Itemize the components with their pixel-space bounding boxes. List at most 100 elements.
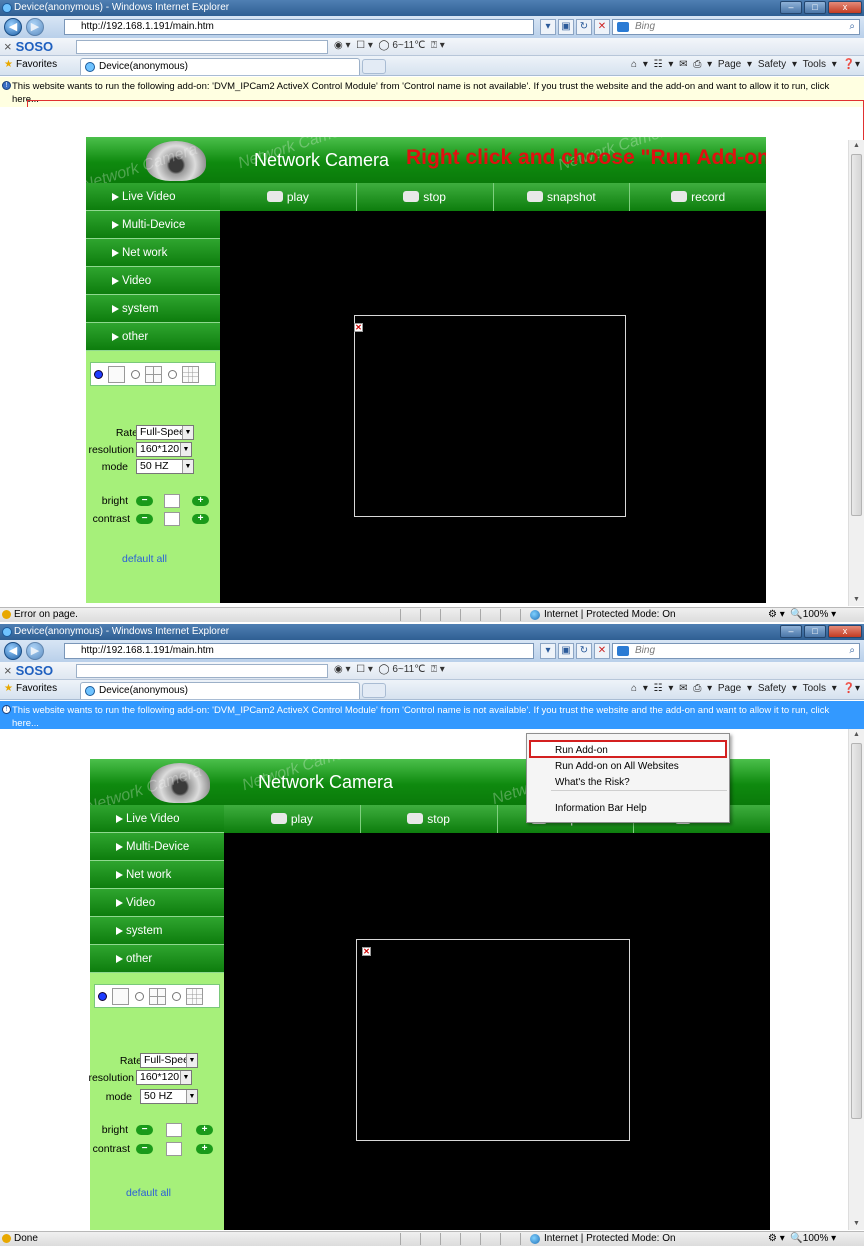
security-zone[interactable]: Internet | Protected Mode: On [530, 608, 676, 622]
menu-multi-device[interactable]: Multi-Device [90, 833, 224, 861]
menu-other[interactable]: other [90, 945, 224, 973]
close-button[interactable]: x [828, 1, 862, 14]
search-icon[interactable]: ⌕ [849, 20, 855, 34]
bright-increase-button[interactable]: + [196, 1125, 213, 1135]
layout-9-radio[interactable] [172, 992, 181, 1001]
compatibility-icon[interactable]: ▣ [558, 19, 574, 35]
favorites-button[interactable]: ★ Favorites [4, 683, 57, 694]
layout-1-radio[interactable] [94, 370, 103, 379]
layout-9-radio[interactable] [168, 370, 177, 379]
address-bar[interactable]: http://192.168.1.191/main.htm [64, 643, 534, 659]
menu-network[interactable]: Net work [90, 861, 224, 889]
contrast-decrease-button[interactable]: − [136, 514, 153, 524]
default-all-link[interactable]: default all [126, 1187, 171, 1199]
refresh-icon[interactable]: ↻ [576, 643, 592, 659]
scroll-down-icon[interactable]: ▼ [849, 594, 864, 606]
weather-widget[interactable]: ◉ ▾ ☐ ▾ ◯ 6~11℃ ⍰ ▾ [334, 664, 445, 675]
forward-button[interactable]: ▶ [26, 18, 44, 36]
stop-button[interactable]: stop [357, 183, 494, 211]
page-menu[interactable]: Page [718, 683, 741, 694]
bright-decrease-button[interactable]: − [136, 1125, 153, 1135]
video-area[interactable]: ✕ [224, 833, 770, 1230]
play-button[interactable]: play [220, 183, 357, 211]
menu-video[interactable]: Video [90, 889, 224, 917]
scroll-thumb[interactable] [851, 743, 862, 1119]
resolution-select[interactable]: 160*120 ▼ [136, 1070, 192, 1085]
snapshot-button[interactable]: snapshot [494, 183, 631, 211]
contrast-increase-button[interactable]: + [192, 514, 209, 524]
record-button[interactable]: record [630, 183, 766, 211]
menu-live-video[interactable]: Live Video [90, 805, 224, 833]
mode-select[interactable]: 50 HZ ▼ [136, 459, 194, 474]
browser-tab[interactable]: Device(anonymous) [80, 682, 360, 699]
tools-menu[interactable]: Tools [803, 59, 826, 70]
contrast-label: contrast [92, 1143, 130, 1155]
bright-increase-button[interactable]: + [192, 496, 209, 506]
stop-icon[interactable]: ✕ [594, 19, 610, 35]
menu-system[interactable]: system [90, 917, 224, 945]
new-tab-button[interactable] [362, 59, 386, 74]
rate-select[interactable]: Full-Speed ▼ [140, 1053, 198, 1068]
minimize-button[interactable]: – [780, 625, 802, 638]
address-bar[interactable]: http://192.168.1.191/main.htm [64, 19, 534, 35]
favorites-button[interactable]: ★ Favorites [4, 59, 57, 70]
search-input[interactable]: Bing ⌕ [612, 643, 860, 659]
dropdown-icon[interactable]: ▾ [540, 19, 556, 35]
new-tab-button[interactable] [362, 683, 386, 698]
safety-menu[interactable]: Safety [758, 59, 786, 70]
soso-search-input[interactable] [76, 40, 328, 54]
search-input[interactable]: Bing ⌕ [612, 19, 860, 35]
mode-select[interactable]: 50 HZ ▼ [140, 1089, 198, 1104]
scroll-up-icon[interactable]: ▲ [849, 729, 864, 741]
close-toolbar-icon[interactable]: × [4, 663, 12, 678]
close-toolbar-icon[interactable]: × [4, 39, 12, 54]
vertical-scrollbar[interactable]: ▲ ▼ [848, 729, 864, 1230]
zoom-control[interactable]: ⚙ ▾ 🔍100% ▾ [768, 608, 836, 622]
stop-button[interactable]: stop [361, 805, 498, 833]
close-button[interactable]: x [828, 625, 862, 638]
rate-select[interactable]: Full-Speed ▼ [136, 425, 194, 440]
forward-button[interactable]: ▶ [26, 642, 44, 660]
minimize-button[interactable]: – [780, 1, 802, 14]
default-all-link[interactable]: default all [122, 553, 167, 565]
information-bar-selected[interactable]: ! This website wants to run the followin… [0, 701, 864, 729]
tools-menu[interactable]: Tools [803, 683, 826, 694]
scroll-down-icon[interactable]: ▼ [849, 1218, 864, 1230]
browser-tab[interactable]: Device(anonymous) [80, 58, 360, 75]
contrast-increase-button[interactable]: + [196, 1144, 213, 1154]
zoom-control[interactable]: ⚙ ▾ 🔍100% ▾ [768, 1232, 836, 1246]
layout-4-radio[interactable] [135, 992, 144, 1001]
weather-widget[interactable]: ◉ ▾ ☐ ▾ ◯ 6~11℃ ⍰ ▾ [334, 40, 445, 51]
stop-icon[interactable]: ✕ [594, 643, 610, 659]
back-button[interactable]: ◀ [4, 18, 22, 36]
safety-menu[interactable]: Safety [758, 683, 786, 694]
security-zone[interactable]: Internet | Protected Mode: On [530, 1232, 676, 1246]
bright-decrease-button[interactable]: − [136, 496, 153, 506]
layout-1-radio[interactable] [98, 992, 107, 1001]
back-button[interactable]: ◀ [4, 642, 22, 660]
page-menu[interactable]: Page [718, 59, 741, 70]
soso-search-input[interactable] [76, 664, 328, 678]
menu-item-run-addon[interactable]: Run Add-on [529, 740, 727, 758]
compatibility-icon[interactable]: ▣ [558, 643, 574, 659]
refresh-icon[interactable]: ↻ [576, 19, 592, 35]
scroll-up-icon[interactable]: ▲ [849, 140, 864, 152]
vertical-scrollbar[interactable]: ▲ ▼ [848, 140, 864, 606]
menu-live-video[interactable]: Live Video [86, 183, 220, 211]
play-button[interactable]: play [224, 805, 361, 833]
menu-item-information-bar-help[interactable]: Information Bar Help [527, 800, 729, 818]
scroll-thumb[interactable] [851, 154, 862, 516]
menu-network[interactable]: Net work [86, 239, 220, 267]
menu-system[interactable]: system [86, 295, 220, 323]
menu-other[interactable]: other [86, 323, 220, 351]
menu-video[interactable]: Video [86, 267, 220, 295]
dropdown-icon[interactable]: ▾ [540, 643, 556, 659]
video-area[interactable]: ✕ [220, 211, 766, 603]
maximize-button[interactable]: □ [804, 625, 826, 638]
search-icon[interactable]: ⌕ [849, 644, 855, 658]
resolution-select[interactable]: 160*120 ▼ [136, 442, 192, 457]
layout-4-radio[interactable] [131, 370, 140, 379]
menu-multi-device[interactable]: Multi-Device [86, 211, 220, 239]
contrast-decrease-button[interactable]: − [136, 1144, 153, 1154]
maximize-button[interactable]: □ [804, 1, 826, 14]
